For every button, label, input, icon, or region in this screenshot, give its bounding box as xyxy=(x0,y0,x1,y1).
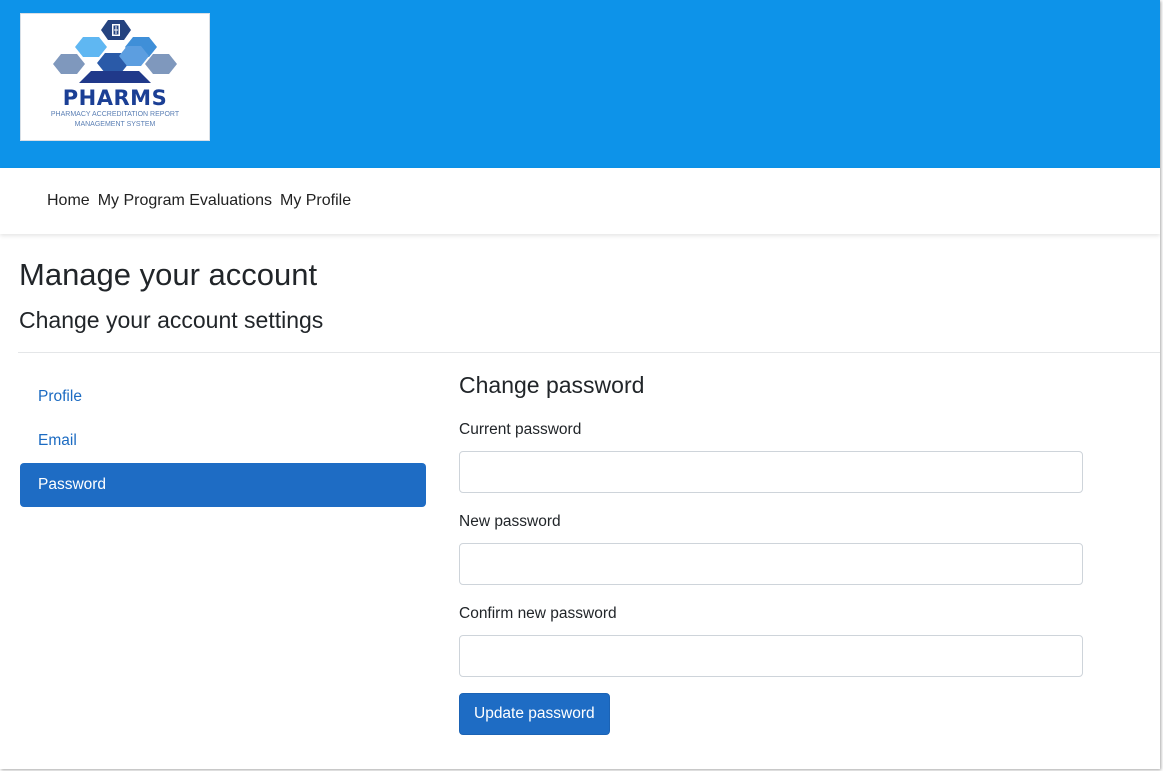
confirm-password-field[interactable] xyxy=(459,634,1083,677)
update-password-button[interactable]: Update password xyxy=(459,692,610,735)
sidebar-item-profile[interactable]: Profile xyxy=(20,375,426,419)
change-password-form: Change password Current password New pas… xyxy=(459,372,1083,735)
nav-link-my-program-evaluations[interactable]: My Program Evaluations xyxy=(98,193,272,209)
form-title: Change password xyxy=(459,372,645,398)
logo-wordmark: PHARMS xyxy=(62,86,168,110)
app-window: PHARMS PHARMACY ACCREDITATION REPORT MAN… xyxy=(0,0,1160,769)
main-nav: Home My Program Evaluations My Profile xyxy=(0,168,1160,234)
page-subtitle: Change your account settings xyxy=(19,307,324,333)
nav-link-home[interactable]: Home xyxy=(47,193,90,209)
header-banner: PHARMS PHARMACY ACCREDITATION REPORT MAN… xyxy=(0,0,1160,168)
pharms-logo[interactable]: PHARMS PHARMACY ACCREDITATION REPORT MAN… xyxy=(20,13,210,141)
page-title: Manage your account xyxy=(19,257,318,292)
nav-link-my-profile[interactable]: My Profile xyxy=(280,193,351,209)
sidebar-item-password[interactable]: Password xyxy=(20,463,426,507)
logo-subtitle: PHARMACY ACCREDITATION REPORT MANAGEMENT… xyxy=(21,110,209,130)
new-password-field[interactable] xyxy=(459,542,1083,585)
account-sidebar: Profile Email Password xyxy=(20,375,426,507)
logo-subtitle-line2: MANAGEMENT SYSTEM xyxy=(74,121,156,128)
current-password-label: Current password xyxy=(459,420,582,438)
section-divider xyxy=(18,352,1160,353)
new-password-label: New password xyxy=(459,512,561,530)
confirm-password-label: Confirm new password xyxy=(459,604,617,622)
sidebar-item-email[interactable]: Email xyxy=(20,419,426,463)
current-password-field[interactable] xyxy=(459,450,1083,493)
logo-subtitle-line1: PHARMACY ACCREDITATION REPORT xyxy=(50,111,180,118)
